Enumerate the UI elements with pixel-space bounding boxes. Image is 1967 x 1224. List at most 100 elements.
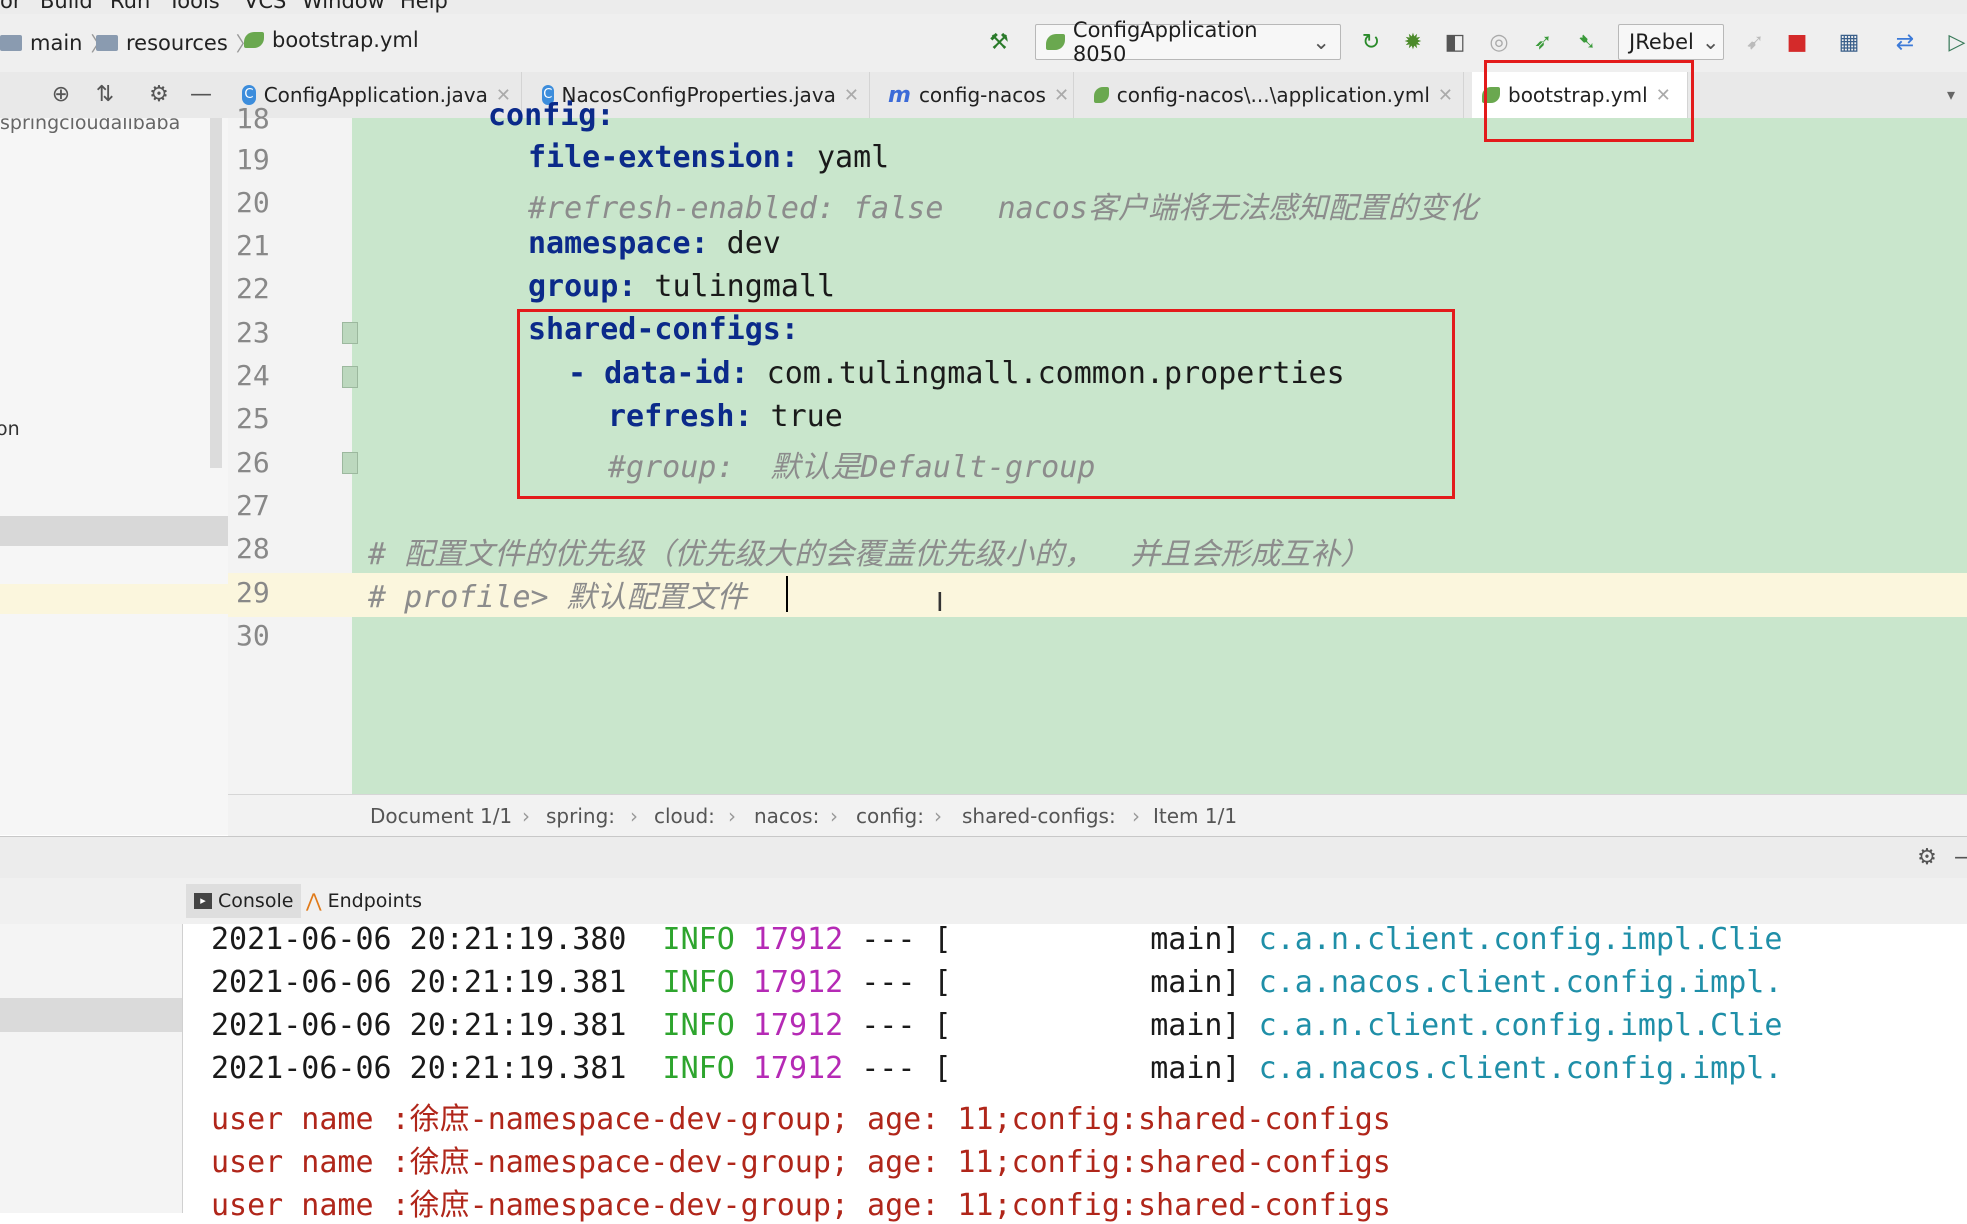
- yaml-value: dev: [708, 226, 781, 261]
- menu-item-window[interactable]: Window: [302, 0, 385, 13]
- yaml-key: file-extension: [528, 140, 781, 175]
- project-structure-icon[interactable]: ▦: [1834, 28, 1864, 58]
- tab-application-yml[interactable]: config-nacos\...\application.yml ✕: [1084, 72, 1464, 118]
- mouse-ibeam-cursor: I: [936, 588, 944, 618]
- close-icon[interactable]: ✕: [1438, 85, 1453, 106]
- tab-config-nacos[interactable]: m config-nacos ✕: [878, 72, 1074, 118]
- close-icon[interactable]: ✕: [844, 85, 859, 106]
- tab-endpoints[interactable]: ⋀ Endpoints: [298, 884, 430, 918]
- structure-crumb[interactable]: spring:: [546, 804, 615, 828]
- line-number: 21: [236, 229, 270, 262]
- stop-icon[interactable]: ■: [1782, 28, 1812, 58]
- line-number: 26: [236, 446, 270, 479]
- console-side-row: [0, 998, 182, 1032]
- rerun-icon[interactable]: ↻: [1356, 28, 1386, 58]
- structure-crumb[interactable]: Document 1/1: [370, 804, 512, 828]
- scrollbar[interactable]: [210, 118, 222, 468]
- maven-icon: m: [888, 82, 911, 108]
- menu-item-build[interactable]: Build: [40, 0, 93, 13]
- log-line: 2021-06-06 20:21:19.381 INFO 17912 --- […: [211, 1051, 1783, 1086]
- menu-bar: or Build Run Tools VCS Window Help: [0, 0, 1967, 14]
- fold-marker-icon[interactable]: [342, 452, 358, 474]
- yml-icon: [1094, 87, 1109, 103]
- close-icon[interactable]: ✕: [1054, 85, 1069, 106]
- line-number: 24: [236, 359, 270, 392]
- yaml-value: tulingmall: [636, 269, 836, 304]
- code-line-18: config:: [488, 98, 615, 133]
- code-line-20: #refresh-enabled: false nacos客户端将无法感知配置的…: [528, 191, 1478, 226]
- endpoints-icon: ⋀: [306, 890, 322, 912]
- log-line: 2021-06-06 20:21:19.381 INFO 17912 --- […: [211, 1008, 1783, 1043]
- line-number: 20: [236, 186, 270, 219]
- tab-console[interactable]: ▸ Console: [186, 884, 302, 918]
- translate-icon[interactable]: ⇄: [1890, 28, 1920, 58]
- breadcrumb-file[interactable]: bootstrap.yml: [244, 28, 419, 52]
- jrebel-run-icon[interactable]: ➶: [1528, 28, 1558, 58]
- line-number: 25: [236, 402, 270, 435]
- line-number: 18: [236, 102, 270, 135]
- line-number: 29: [236, 576, 270, 609]
- menu-item-tools[interactable]: Tools: [168, 0, 220, 13]
- code-line-29: # profile> 默认配置文件: [368, 580, 747, 615]
- console-icon: ▸: [194, 893, 212, 909]
- output-line: user name :徐庶-namespace-dev-group; age: …: [211, 1188, 1391, 1223]
- annotation-box-tab: [1484, 60, 1694, 142]
- fold-marker-icon[interactable]: [342, 322, 358, 344]
- collapse-all-icon[interactable]: ⇅: [90, 80, 120, 110]
- folder-icon: [0, 34, 22, 51]
- project-tree-row[interactable]: [0, 584, 228, 614]
- line-number: 19: [236, 143, 270, 176]
- structure-crumb[interactable]: shared-configs:: [962, 804, 1116, 828]
- structure-breadcrumb: Document 1/1 › spring: › cloud: › nacos:…: [228, 794, 1967, 836]
- minimize-icon[interactable]: —: [1950, 843, 1967, 873]
- menu-item-vcs[interactable]: VCS: [244, 0, 286, 13]
- breadcrumb-main[interactable]: main 〉: [0, 28, 110, 57]
- project-tree-item[interactable]: on: [0, 418, 20, 440]
- yaml-value: yaml: [798, 140, 890, 175]
- run-anything-icon[interactable]: ▷: [1942, 28, 1967, 58]
- run-configuration-select[interactable]: ConfigApplication 8050 ⌄: [1035, 18, 1341, 66]
- structure-crumb[interactable]: Item 1/1: [1153, 804, 1237, 828]
- structure-crumb[interactable]: config:: [856, 804, 924, 828]
- spring-boot-icon: [1046, 34, 1065, 50]
- annotation-box-shared-configs: [517, 309, 1455, 499]
- log-line: 2021-06-06 20:21:19.380 INFO 17912 --- […: [211, 922, 1783, 957]
- menu-item-run[interactable]: Run: [110, 0, 150, 13]
- text-caret: [786, 576, 788, 612]
- attach-icon[interactable]: ➹: [1740, 28, 1770, 58]
- minimize-icon[interactable]: —: [186, 80, 216, 110]
- run-tool-window-tabs: ▸ Console ⋀ Endpoints: [0, 878, 1967, 925]
- project-tool-window: springcloudalibaba on: [0, 118, 229, 835]
- chevron-down-icon: ⌄: [1312, 30, 1330, 54]
- folder-icon: [96, 34, 118, 51]
- project-tree-item[interactable]: springcloudalibaba: [0, 118, 180, 134]
- run-tool-window-header: ⚙ —: [0, 836, 1967, 879]
- line-number: 30: [236, 619, 270, 652]
- jrebel-select[interactable]: JRebel ⌄: [1618, 24, 1724, 60]
- gear-icon[interactable]: ⚙: [144, 80, 174, 110]
- breadcrumb-resources[interactable]: resources 〉: [96, 28, 256, 57]
- menu-item-help[interactable]: Help: [400, 0, 448, 13]
- console-toolbar: [0, 924, 183, 1213]
- locate-file-icon[interactable]: ⊕: [46, 80, 76, 110]
- gear-icon[interactable]: ⚙: [1912, 843, 1942, 873]
- fold-marker-icon[interactable]: [342, 366, 358, 388]
- line-number: 28: [236, 532, 270, 565]
- yaml-key: group: [528, 269, 619, 304]
- jrebel-debug-icon[interactable]: ➷: [1572, 28, 1602, 58]
- yaml-key: namespace: [528, 226, 691, 261]
- tab-overflow-icon[interactable]: ▾: [1936, 80, 1966, 110]
- coverage-icon[interactable]: ◧: [1440, 28, 1470, 58]
- code-line-28: # 配置文件的优先级（优先级大的会覆盖优先级小的， 并且会形成互补）: [368, 537, 1371, 572]
- line-number: 27: [236, 489, 270, 522]
- menu-item-or[interactable]: or: [0, 0, 21, 13]
- structure-crumb[interactable]: cloud:: [654, 804, 715, 828]
- profiler-icon[interactable]: ◎: [1484, 28, 1514, 58]
- debug-bug-icon[interactable]: ✹: [1398, 28, 1428, 58]
- line-number: 23: [236, 316, 270, 349]
- output-line: user name :徐庶-namespace-dev-group; age: …: [211, 1102, 1391, 1137]
- chevron-down-icon: ⌄: [1701, 30, 1720, 54]
- project-tree-selection[interactable]: [0, 516, 228, 546]
- structure-crumb[interactable]: nacos:: [754, 804, 819, 828]
- build-hammer-icon[interactable]: ⚒: [984, 28, 1014, 58]
